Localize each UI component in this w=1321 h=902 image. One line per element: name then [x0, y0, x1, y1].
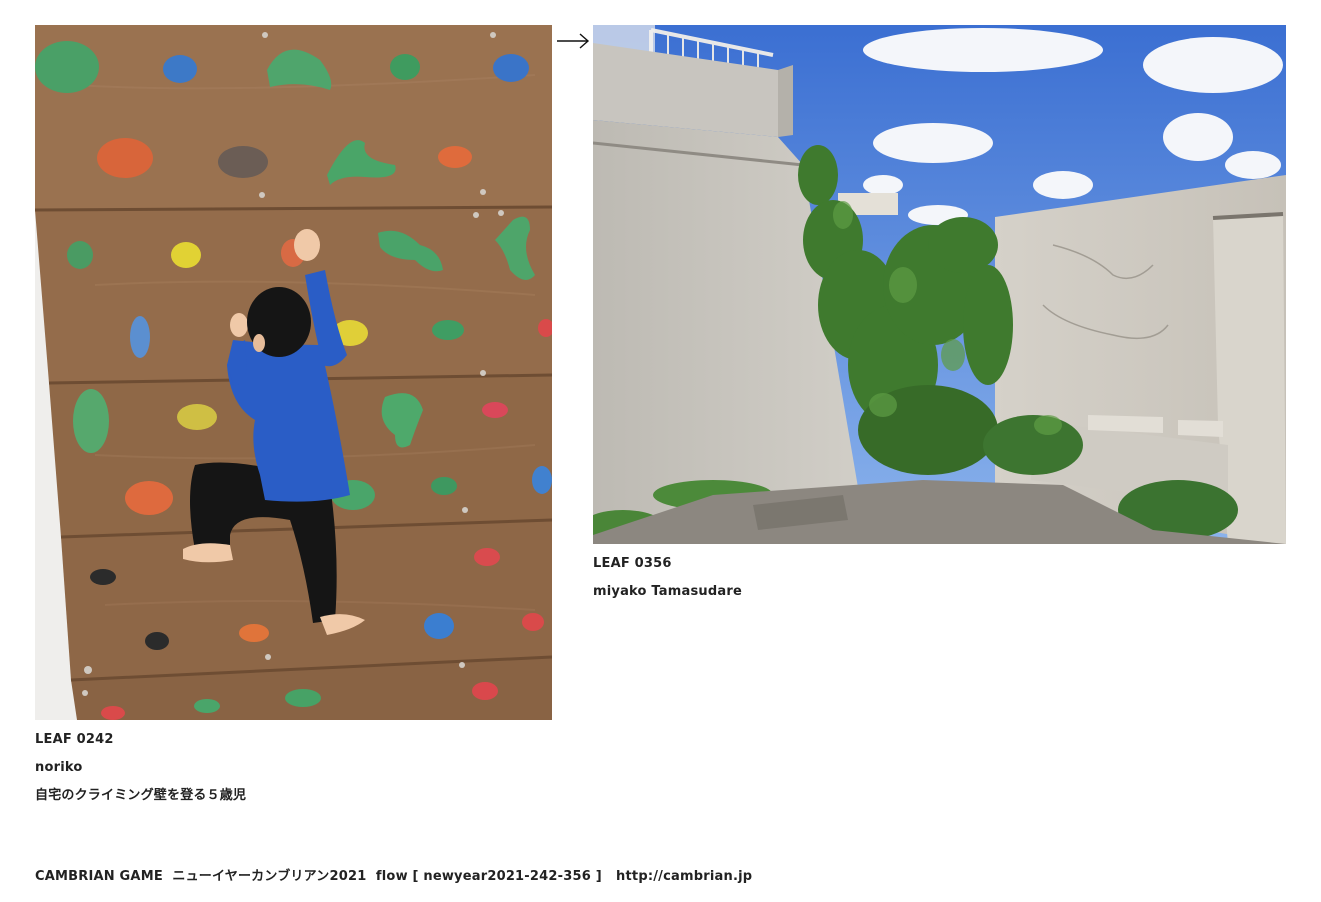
concrete-wall-image	[593, 25, 1286, 544]
site-footer: CAMBRIAN GAME ニューイヤーカンブリアン2021 flow [ ne…	[35, 869, 752, 885]
leaf-author[interactable]: miyako Tamasudare	[593, 584, 1286, 600]
footer-flow-id: flow [ newyear2021-242-356 ]	[375, 869, 602, 884]
leaf-photo-climbing-wall[interactable]	[35, 25, 552, 720]
climbing-wall-image	[35, 25, 552, 720]
footer-site-link[interactable]: http://cambrian.jp	[616, 869, 752, 884]
leaf-title: 自宅のクライミング壁を登る５歳児	[35, 788, 247, 803]
leaf-id-label: LEAF 0356	[593, 556, 672, 571]
leaf-photo-concrete-wall[interactable]	[593, 25, 1286, 544]
leaf-card-0356: LEAF 0356 miyako Tamasudare	[593, 25, 1286, 600]
footer-game-name: CAMBRIAN GAME	[35, 869, 163, 884]
leaf-id-label: LEAF 0242	[35, 732, 114, 747]
leaf-author[interactable]: noriko	[35, 760, 552, 776]
leaf-card-0242: LEAF 0242 noriko 自宅のクライミング壁を登る５歳児	[35, 25, 552, 804]
footer-event-name: ニューイヤーカンブリアン2021	[172, 869, 367, 884]
right-arrow-icon	[557, 33, 590, 49]
